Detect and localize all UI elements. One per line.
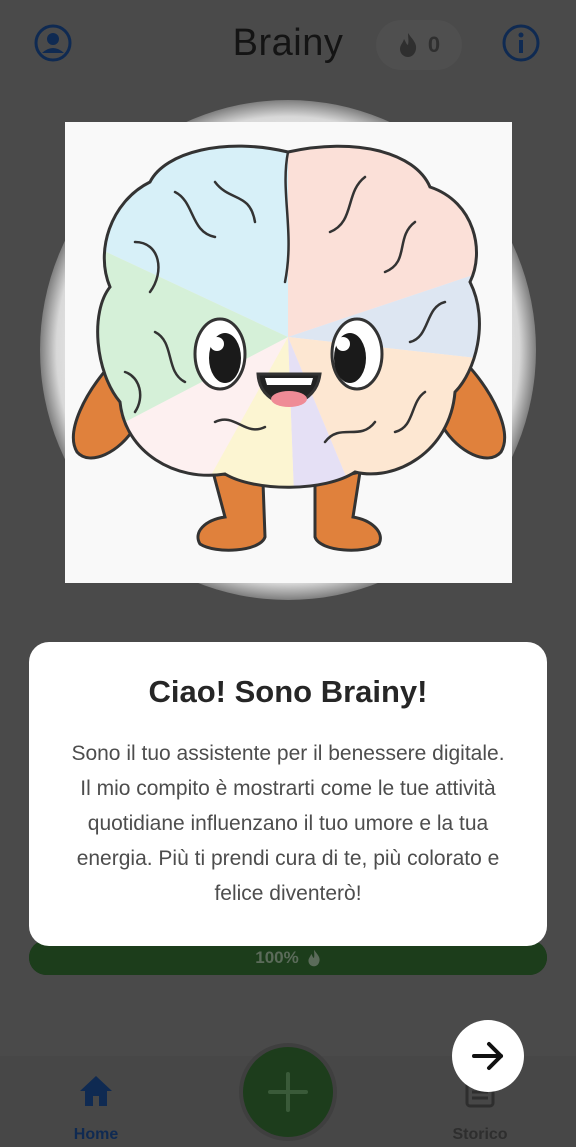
nav-home-label: Home xyxy=(73,1126,119,1143)
flame-icon xyxy=(399,33,417,57)
brain-mascot-icon xyxy=(71,144,507,552)
plus-icon xyxy=(268,1072,308,1112)
app-header: Brainy 0 xyxy=(0,0,576,95)
dialog-title: Ciao! Sono Brainy! xyxy=(148,674,428,709)
flame-icon xyxy=(308,949,320,966)
info-button[interactable] xyxy=(499,21,543,65)
next-button[interactable] xyxy=(452,1020,524,1092)
mascot-image xyxy=(65,122,512,583)
streak-count: 0 xyxy=(427,32,441,57)
streak-badge[interactable]: 0 xyxy=(376,20,462,70)
profile-button[interactable] xyxy=(31,21,75,65)
arrow-right-icon xyxy=(472,1042,503,1070)
profile-icon xyxy=(34,24,72,62)
info-icon xyxy=(502,24,540,62)
home-icon xyxy=(80,1076,112,1106)
nav-history-label: Storico xyxy=(452,1126,508,1143)
dialog-body: Sono il tuo assistente per il benessere … xyxy=(71,742,505,905)
nav-home[interactable]: Home xyxy=(56,1074,136,1147)
app-title: Brainy xyxy=(232,22,344,64)
progress-label: 100% xyxy=(255,947,299,967)
intro-dialog: Ciao! Sono Brainy! Sono il tuo assistent… xyxy=(29,642,547,946)
add-activity-button[interactable] xyxy=(243,1047,333,1137)
